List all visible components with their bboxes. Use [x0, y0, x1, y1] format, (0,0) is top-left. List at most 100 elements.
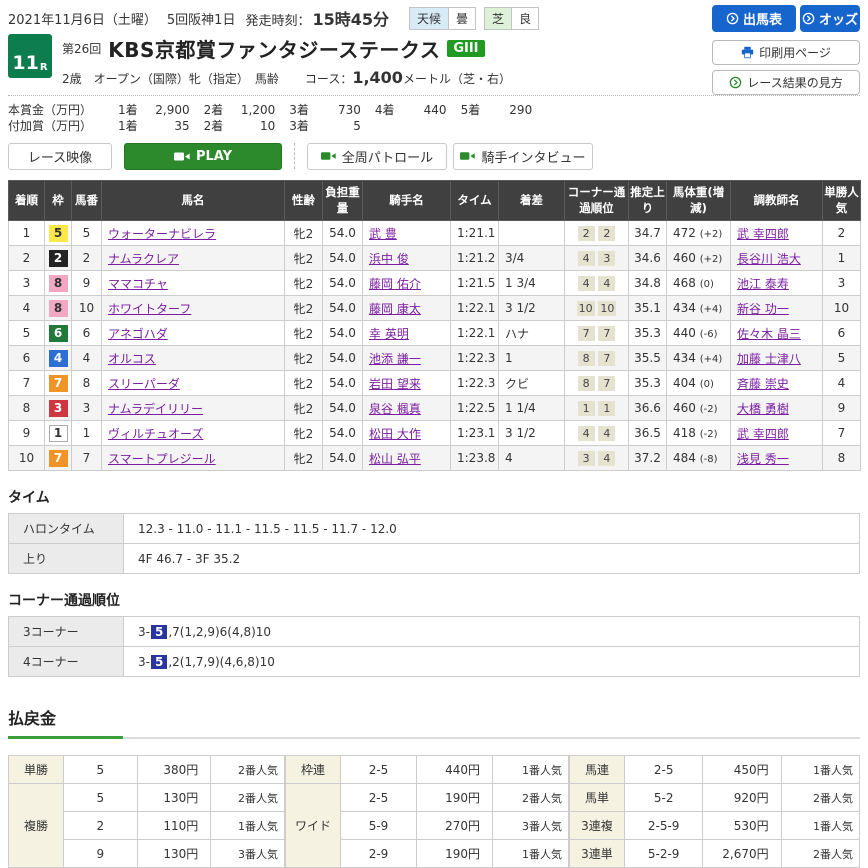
- bet-type-place: 複勝: [9, 784, 64, 868]
- corner4-badge: 4: [598, 451, 615, 466]
- jockey-link[interactable]: 岩田 望来: [369, 377, 421, 391]
- popularity-cell: 10: [823, 296, 861, 321]
- trainer-link[interactable]: 大橋 勇樹: [737, 402, 789, 416]
- bet-type-quinella: 馬連: [570, 756, 625, 784]
- odds-button[interactable]: オッズ: [800, 5, 860, 32]
- trainer-cell: 浅見 秀一: [731, 446, 823, 471]
- prize-pair: 5着290: [447, 102, 533, 118]
- trainer-link[interactable]: 池江 泰寿: [737, 277, 789, 291]
- frame-cell: 6: [45, 321, 72, 346]
- jockey-link[interactable]: 松田 大作: [369, 427, 421, 441]
- trainer-link[interactable]: 加藤 士津八: [737, 352, 801, 366]
- table-row: 10 7 7 スマートプレジール 牝2 54.0 松山 弘平 1:23.8 4 …: [9, 446, 861, 471]
- trainer-link[interactable]: 新谷 功一: [737, 302, 789, 316]
- trainer-link[interactable]: 武 幸四郎: [737, 427, 789, 441]
- payout-row: 枠連 2-5 440円 1番人気: [286, 756, 569, 784]
- trainer-link[interactable]: 長谷川 浩大: [737, 252, 801, 266]
- horse-link[interactable]: ナムラデイリリー: [108, 402, 203, 416]
- print-page-button[interactable]: 印刷用ページ: [712, 40, 860, 65]
- horse-weight-cell: 434 (+4): [667, 296, 731, 321]
- jockey-link[interactable]: 藤岡 佑介: [369, 277, 421, 291]
- start-time-value: 15時45分: [312, 10, 389, 29]
- jockey-link[interactable]: 武 豊: [369, 227, 397, 241]
- corner3-badge: 4: [578, 426, 595, 441]
- weight-carried-cell: 54.0: [323, 446, 363, 471]
- rank-cell: 4: [9, 296, 45, 321]
- prize-value: 730: [309, 102, 361, 118]
- trainer-cell: 大橋 勇樹: [731, 396, 823, 421]
- horse-weight-diff: (0): [700, 379, 714, 390]
- horse-number-cell: 1: [72, 421, 102, 446]
- payout-popularity: 2番人気: [781, 784, 859, 812]
- sex-age-cell: 牝2: [285, 446, 323, 471]
- payout-combo: 2-5-9: [625, 812, 703, 840]
- horse-link[interactable]: アネゴハダ: [108, 327, 168, 341]
- prize-rank: 5着: [461, 102, 481, 118]
- trainer-link[interactable]: 浅見 秀一: [737, 452, 789, 466]
- horse-weight-diff: (-8): [700, 454, 718, 465]
- jockey-link[interactable]: 幸 英明: [369, 327, 409, 341]
- corner-order-cell: 10 10: [565, 296, 629, 321]
- horse-weight-cell: 404 (0): [667, 371, 731, 396]
- jockey-link[interactable]: 松山 弘平: [369, 452, 421, 466]
- race-date: 2021年11月6日（土曜）: [8, 9, 157, 28]
- trainer-link[interactable]: 佐々木 晶三: [737, 327, 801, 341]
- frame-badge: 7: [49, 450, 68, 467]
- time-cell: 1:21.5: [451, 271, 499, 296]
- winner-highlight: 5: [151, 655, 167, 669]
- trainer-cell: 長谷川 浩大: [731, 246, 823, 271]
- frame-badge: 1: [49, 425, 68, 442]
- play-button[interactable]: PLAY: [124, 143, 282, 170]
- payout-combo: 2-5: [341, 756, 417, 784]
- prize-value: 35: [138, 118, 190, 134]
- payout-amount: 190円: [417, 840, 493, 868]
- corner-order-cell: 4 3: [565, 246, 629, 271]
- margin-cell: 4: [499, 446, 565, 471]
- entries-button[interactable]: 出馬表: [712, 5, 796, 32]
- horse-number-cell: 7: [72, 446, 102, 471]
- horse-weight-cell: 472 (+2): [667, 221, 731, 246]
- frame-cell: 2: [45, 246, 72, 271]
- rank-cell: 3: [9, 271, 45, 296]
- course-detail: メートル（芝・右）: [403, 72, 511, 86]
- jockey-interview-button[interactable]: 騎手インタビュー: [453, 143, 593, 170]
- horse-name-cell: ナムラクレア: [102, 246, 285, 271]
- jockey-link[interactable]: 泉谷 楓真: [369, 402, 421, 416]
- table-row: 6 4 4 オルコス 牝2 54.0 池添 謙一 1:22.3 1 8 7 35…: [9, 346, 861, 371]
- horse-link[interactable]: スリーパーダ: [108, 377, 180, 391]
- horse-link[interactable]: オルコス: [108, 352, 156, 366]
- payout-row: 複勝 5 130円 2番人気: [9, 784, 285, 812]
- horse-weight: 460: [673, 251, 696, 265]
- horse-link[interactable]: ナムラクレア: [108, 252, 179, 266]
- trainer-link[interactable]: 武 幸四郎: [737, 227, 789, 241]
- horse-weight: 434: [673, 351, 696, 365]
- circle-arrow-icon: [802, 12, 815, 25]
- horse-link[interactable]: スマートプレジール: [108, 452, 216, 466]
- race-video-button[interactable]: レース映像: [8, 143, 112, 170]
- circle-arrow-icon: [726, 12, 739, 25]
- trainer-link[interactable]: 斉藤 崇史: [737, 377, 789, 391]
- course-label: コース：: [305, 72, 352, 86]
- play-label: PLAY: [196, 149, 232, 164]
- horse-link[interactable]: ヴィルチュオーズ: [108, 427, 203, 441]
- jockey-link[interactable]: 浜中 俊: [369, 252, 409, 266]
- payout-popularity: 1番人気: [211, 812, 285, 840]
- sex-age-cell: 牝2: [285, 221, 323, 246]
- last-3f-cell: 35.5: [629, 346, 667, 371]
- horse-link[interactable]: ウォーターナビレラ: [108, 227, 216, 241]
- horse-link[interactable]: ママコチャ: [108, 277, 168, 291]
- race-meeting: 5回阪神1日: [167, 9, 236, 28]
- frame-cell: 1: [45, 421, 72, 446]
- sex-age-cell: 牝2: [285, 246, 323, 271]
- horse-weight-diff: (-2): [700, 404, 718, 415]
- prize-rank: 1着: [118, 102, 138, 118]
- rank-cell: 5: [9, 321, 45, 346]
- horse-link[interactable]: ホワイトターフ: [108, 302, 191, 316]
- last-3f-cell: 35.1: [629, 296, 667, 321]
- jockey-link[interactable]: 池添 謙一: [369, 352, 421, 366]
- result-guide-button[interactable]: レース結果の見方: [712, 70, 860, 95]
- corner-order-cell: 2 2: [565, 221, 629, 246]
- patrol-video-button[interactable]: 全周パトロール: [307, 143, 447, 170]
- jockey-link[interactable]: 藤岡 康太: [369, 302, 421, 316]
- prize-add-row: 付加賞（万円） 1着352着103着5: [8, 118, 860, 134]
